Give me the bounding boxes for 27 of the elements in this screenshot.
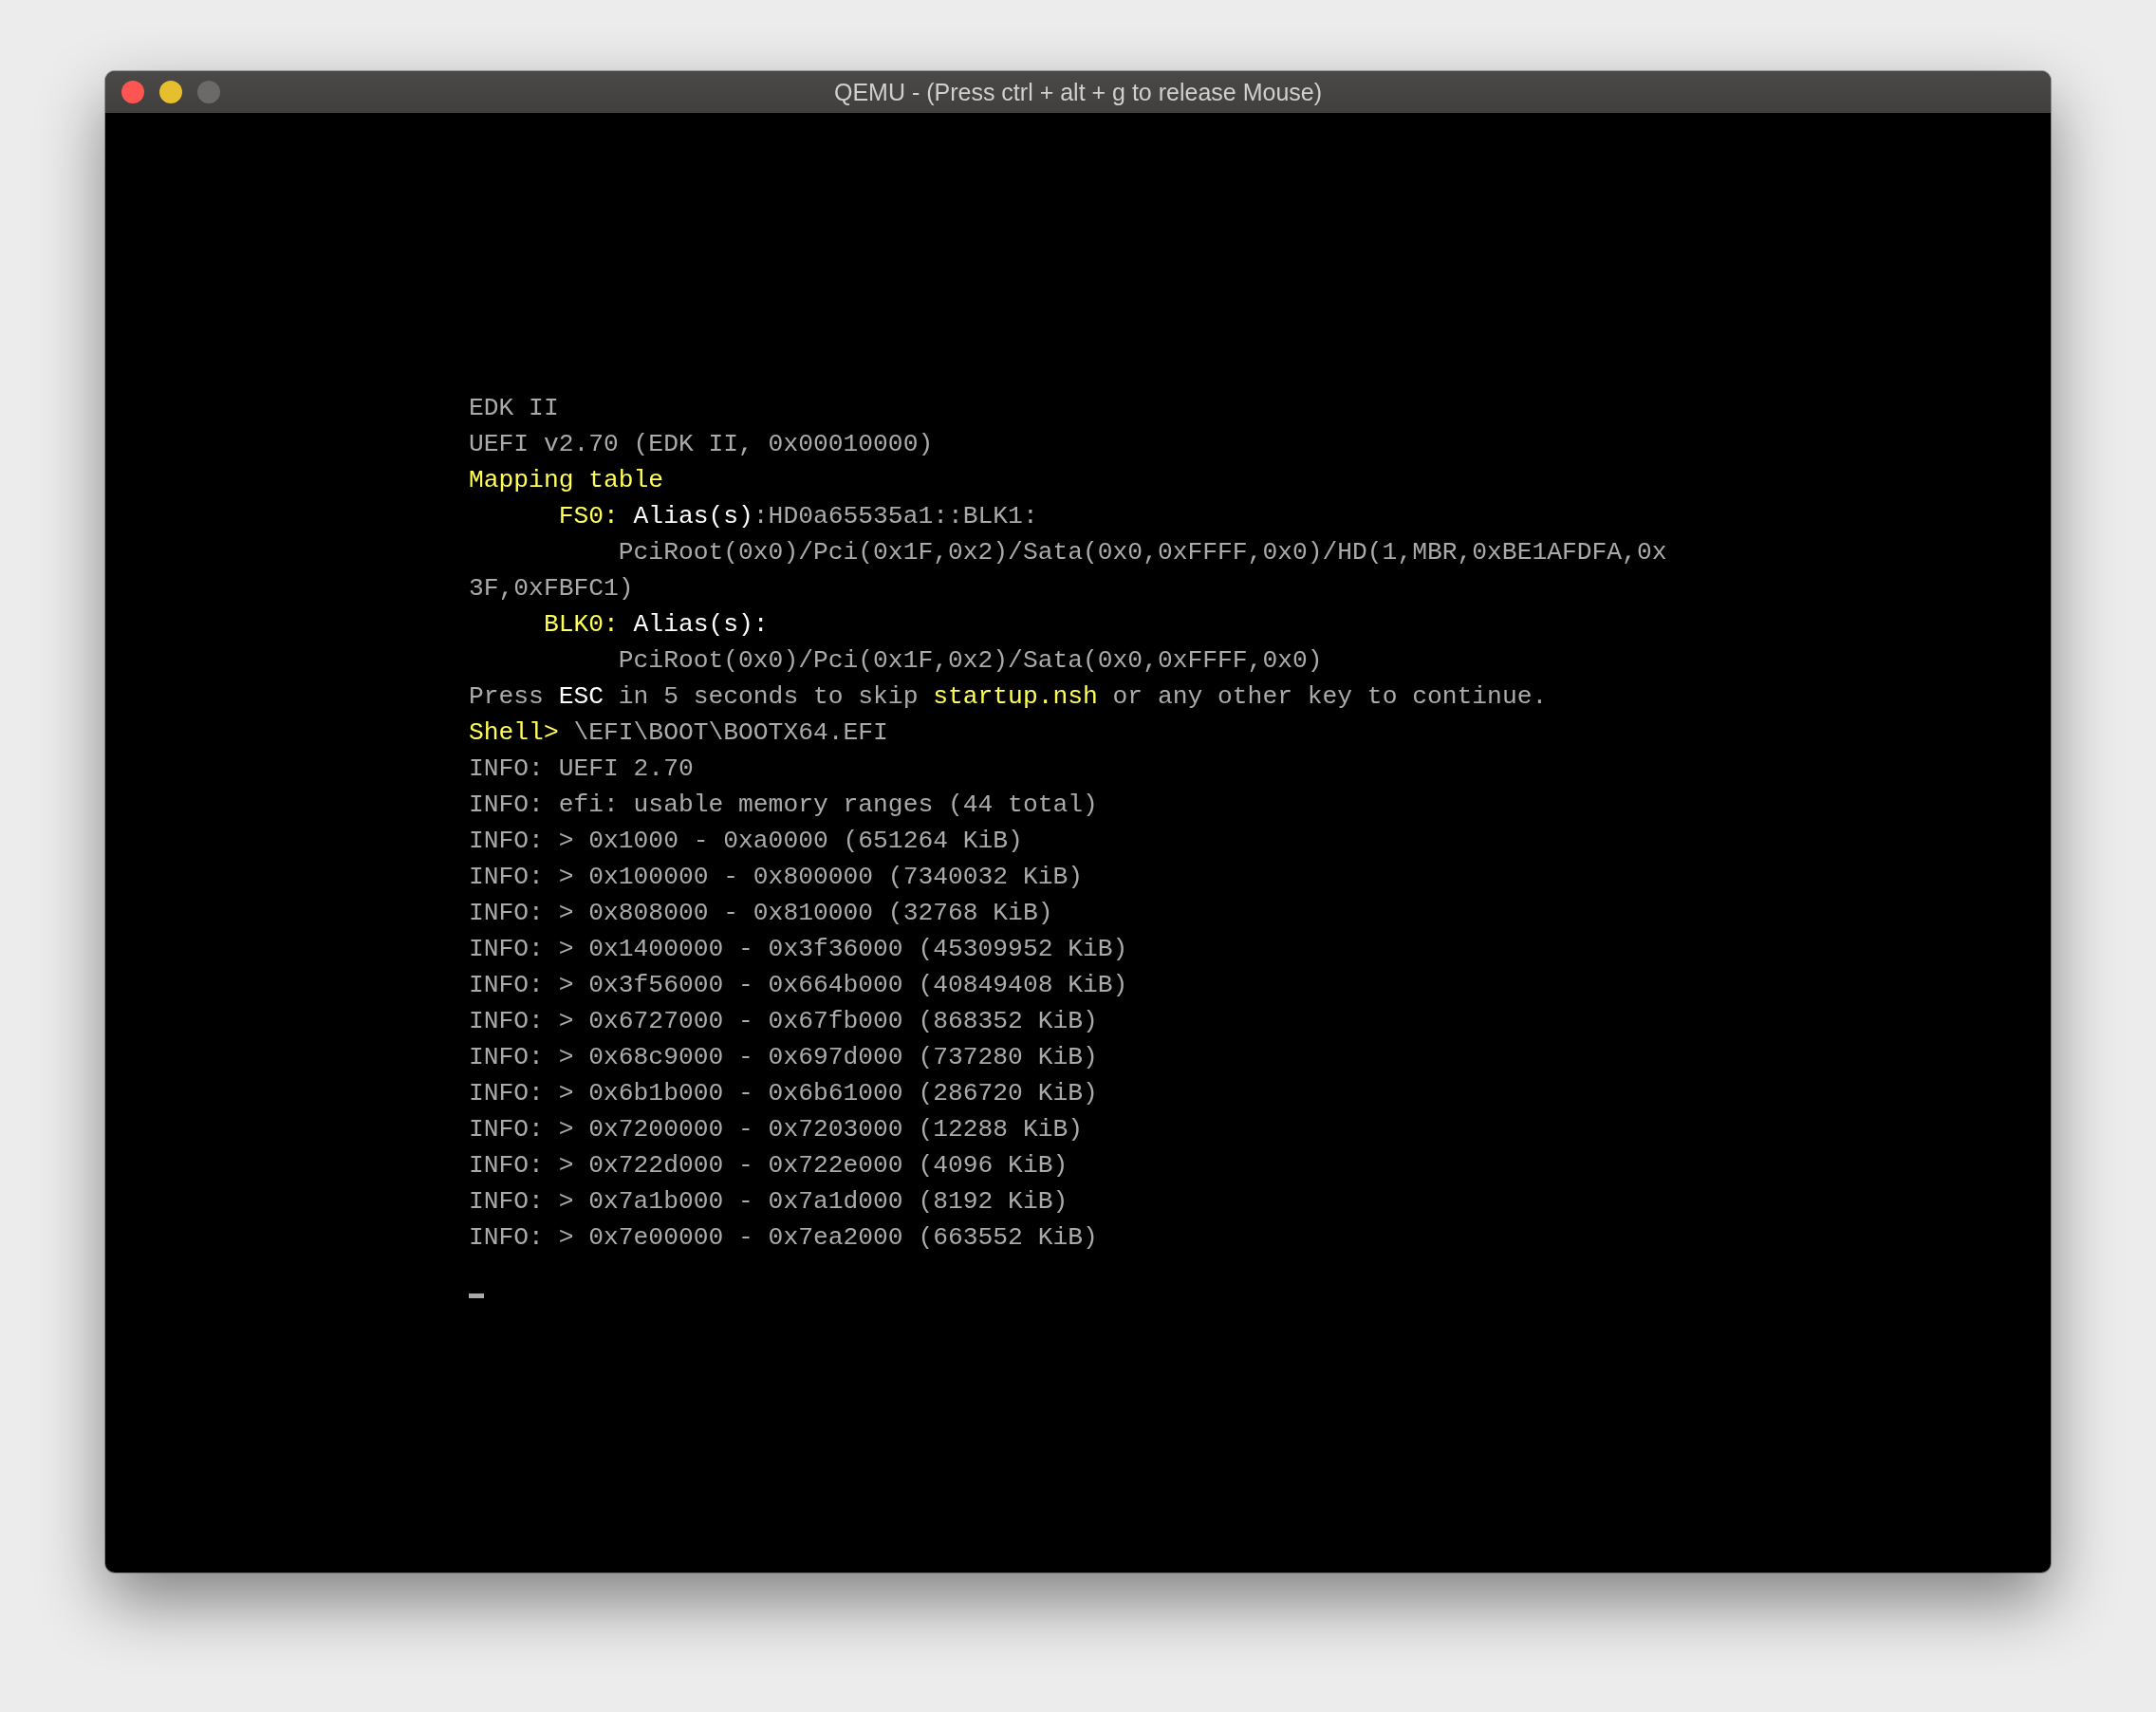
console-line: PciRoot(0x0)/Pci(0x1F,0x2)/Sata(0x0,0xFFFF,0x0) [617, 646, 1323, 675]
console-line: Shell> \EFI\BOOT\BOOTX64.EFI [469, 718, 888, 747]
console-line: INFO: > 0x6b1b000 - 0x6b61000 (286720 KiB) [469, 1079, 1098, 1107]
window-title: QEMU - (Press ctrl + alt + g to release Mouse) [833, 78, 1323, 106]
console-line: BLK0: Alias(s): [542, 610, 769, 639]
console-line: INFO: > 0x6727000 - 0x67fb000 (868352 KiB) [469, 1007, 1098, 1035]
console-line: INFO: > 0x68c9000 - 0x697d000 (737280 KiB) [469, 1043, 1098, 1071]
minimize-button[interactable] [159, 81, 182, 103]
console-line: INFO: efi: usable memory ranges (44 total) [469, 791, 1098, 819]
console-line: INFO: > 0x1000 - 0xa0000 (651264 KiB) [469, 827, 1023, 855]
console-line: UEFI v2.70 (EDK II, 0x00010000) [469, 430, 934, 458]
close-button[interactable] [121, 81, 144, 103]
console-line: INFO: > 0x100000 - 0x800000 (7340032 KiB) [469, 863, 1083, 891]
console-line: INFO: > 0x1400000 - 0x3f36000 (45309952 KiB) [469, 935, 1128, 963]
console-line: Press ESC in 5 seconds to skip startup.nsh or any other key to continue. [469, 682, 1548, 711]
console-line: FS0: Alias(s):HD0a65535a1::BLK1: [557, 502, 1038, 530]
console-line: INFO: UEFI 2.70 [469, 754, 694, 783]
console-line: INFO: > 0x7e00000 - 0x7ea2000 (663552 KiB) [469, 1223, 1098, 1252]
console-line: INFO: > 0x7a1b000 - 0x7a1d000 (8192 KiB) [469, 1187, 1069, 1216]
console-line: INFO: > 0x808000 - 0x810000 (32768 KiB) [469, 899, 1053, 927]
console-line: 3F,0xFBFC1) [469, 574, 634, 603]
console-line: Mapping table [469, 466, 664, 494]
console-line: INFO: > 0x3f56000 - 0x664b000 (40849408 KiB) [469, 971, 1128, 999]
console-line: PciRoot(0x0)/Pci(0x1F,0x2)/Sata(0x0,0xFFFF,0x0)/HD(1,MBR,0xBE1AFDFA,0x [617, 538, 1667, 567]
console-line: EDK II [469, 394, 559, 422]
console-line: INFO: > 0x7200000 - 0x7203000 (12288 KiB) [469, 1115, 1083, 1144]
console-line: INFO: > 0x722d000 - 0x722e000 (4096 KiB) [469, 1151, 1069, 1180]
